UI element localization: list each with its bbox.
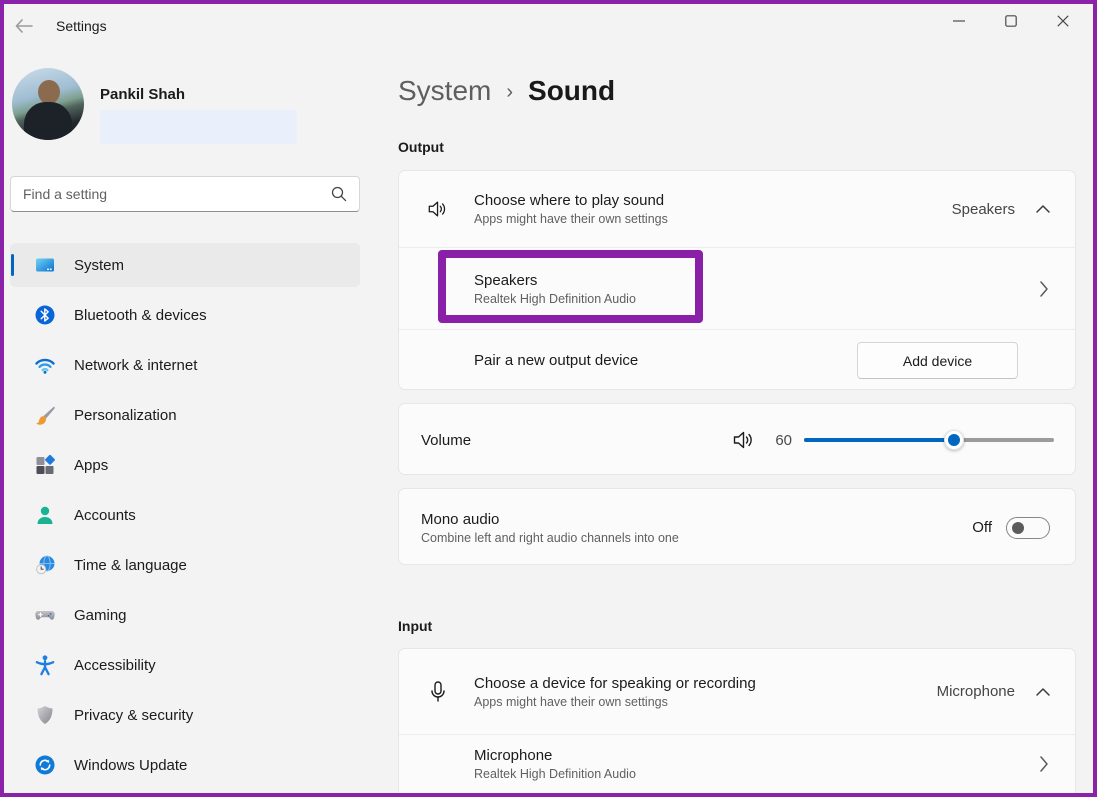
window-controls xyxy=(933,4,1089,38)
sidebar-item-bluetooth-devices[interactable]: Bluetooth & devices xyxy=(10,293,360,337)
accounts-icon xyxy=(34,504,56,526)
speakers-row-title: Speakers xyxy=(474,272,636,289)
privacy-shield-icon xyxy=(34,704,56,726)
volume-card: Volume 60 xyxy=(398,403,1076,475)
record-device-subtitle: Apps might have their own settings xyxy=(474,695,756,709)
microphone-row-title: Microphone xyxy=(474,747,636,764)
sidebar-item-label: System xyxy=(74,257,124,274)
sidebar-item-label: Bluetooth & devices xyxy=(74,307,207,324)
pair-device-label: Pair a new output device xyxy=(474,352,638,369)
mono-audio-toggle[interactable] xyxy=(1006,517,1050,539)
record-device-value: Microphone xyxy=(937,683,1015,700)
sidebar-nav: System Bluetooth & devices Network & xyxy=(10,243,360,793)
bluetooth-icon xyxy=(34,304,56,326)
sidebar-item-gaming[interactable]: Gaming xyxy=(10,593,360,637)
sidebar-item-personalization[interactable]: Personalization xyxy=(10,393,360,437)
chevron-right-icon xyxy=(1039,755,1049,773)
volume-speaker-icon[interactable] xyxy=(732,429,756,451)
mono-audio-card: Mono audio Combine left and right audio … xyxy=(398,488,1076,565)
add-device-button[interactable]: Add device xyxy=(857,342,1018,379)
record-device-title: Choose a device for speaking or recordin… xyxy=(474,675,756,692)
minimize-icon[interactable] xyxy=(933,4,985,38)
window-title: Settings xyxy=(56,18,107,34)
breadcrumb: System › Sound xyxy=(398,70,615,112)
speakers-device-row[interactable]: Speakers Realtek High Definition Audio xyxy=(399,247,1075,329)
sidebar-item-label: Personalization xyxy=(74,407,177,424)
settings-window: Settings Pankil Shah xyxy=(0,0,1097,797)
avatar-photo xyxy=(38,80,60,104)
apps-icon xyxy=(34,454,56,476)
choose-record-device-row[interactable]: Choose a device for speaking or recordin… xyxy=(399,649,1075,734)
sidebar-item-label: Apps xyxy=(74,457,108,474)
volume-slider-thumb[interactable] xyxy=(944,430,964,450)
titlebar: Settings xyxy=(0,0,1097,42)
close-icon[interactable] xyxy=(1037,4,1089,38)
personalization-icon xyxy=(34,404,56,426)
mono-audio-state: Off xyxy=(972,519,992,536)
volume-label: Volume xyxy=(421,432,471,449)
time-language-icon xyxy=(34,554,56,576)
pair-output-device-row: Pair a new output device Add device xyxy=(399,329,1075,390)
volume-slider-fill xyxy=(804,438,954,442)
sidebar-item-label: Time & language xyxy=(74,557,187,574)
sidebar-item-label: Privacy & security xyxy=(74,707,193,724)
profile-name: Pankil Shah xyxy=(100,86,185,103)
sidebar-item-windows-update[interactable]: Windows Update xyxy=(10,743,360,787)
input-device-card: Choose a device for speaking or recordin… xyxy=(398,648,1076,797)
sidebar-item-label: Windows Update xyxy=(74,757,187,774)
speaker-icon xyxy=(427,198,449,220)
profile-email-redacted xyxy=(100,110,297,144)
sidebar-item-accessibility[interactable]: Accessibility xyxy=(10,643,360,687)
sidebar-item-label: Accounts xyxy=(74,507,136,524)
chevron-up-icon[interactable] xyxy=(1035,687,1051,697)
microphone-row-subtitle: Realtek High Definition Audio xyxy=(474,767,636,781)
maximize-icon[interactable] xyxy=(985,4,1037,38)
back-arrow-icon[interactable] xyxy=(10,14,38,38)
microphone-device-row[interactable]: Microphone Realtek High Definition Audio xyxy=(399,734,1075,797)
windows-update-icon xyxy=(34,754,56,776)
network-icon xyxy=(34,354,56,376)
chevron-right-icon xyxy=(1039,280,1049,298)
input-section-label: Input xyxy=(398,618,432,634)
sidebar-item-label: Network & internet xyxy=(74,357,197,374)
sidebar-item-apps[interactable]: Apps xyxy=(10,443,360,487)
output-section-label: Output xyxy=(398,139,444,155)
mono-audio-subtitle: Combine left and right audio channels in… xyxy=(421,531,679,545)
play-device-title: Choose where to play sound xyxy=(474,192,668,209)
chevron-up-icon[interactable] xyxy=(1035,204,1051,214)
search-box[interactable] xyxy=(10,176,360,212)
sidebar-item-system[interactable]: System xyxy=(10,243,360,287)
play-device-subtitle: Apps might have their own settings xyxy=(474,212,668,226)
breadcrumb-separator: › xyxy=(506,79,513,104)
sidebar-item-label: Gaming xyxy=(74,607,127,624)
sidebar-item-accounts[interactable]: Accounts xyxy=(10,493,360,537)
play-device-value: Speakers xyxy=(952,201,1015,218)
microphone-icon xyxy=(427,680,449,704)
system-icon xyxy=(34,254,56,276)
search-input[interactable] xyxy=(11,186,331,202)
sidebar-item-time-language[interactable]: Time & language xyxy=(10,543,360,587)
sidebar-item-privacy-security[interactable]: Privacy & security xyxy=(10,693,360,737)
volume-value: 60 xyxy=(770,432,792,449)
sidebar-item-label: Accessibility xyxy=(74,657,156,674)
accessibility-icon xyxy=(34,654,56,676)
search-icon xyxy=(331,186,347,202)
avatar[interactable] xyxy=(12,68,84,140)
volume-slider[interactable] xyxy=(804,429,1054,451)
speakers-row-subtitle: Realtek High Definition Audio xyxy=(474,292,636,306)
breadcrumb-system[interactable]: System xyxy=(398,75,491,107)
choose-play-device-row[interactable]: Choose where to play sound Apps might ha… xyxy=(399,171,1075,247)
page-title: Sound xyxy=(528,75,615,107)
mono-audio-title: Mono audio xyxy=(421,511,679,528)
output-device-card: Choose where to play sound Apps might ha… xyxy=(398,170,1076,390)
gaming-icon xyxy=(34,604,56,626)
sidebar-item-network-internet[interactable]: Network & internet xyxy=(10,343,360,387)
